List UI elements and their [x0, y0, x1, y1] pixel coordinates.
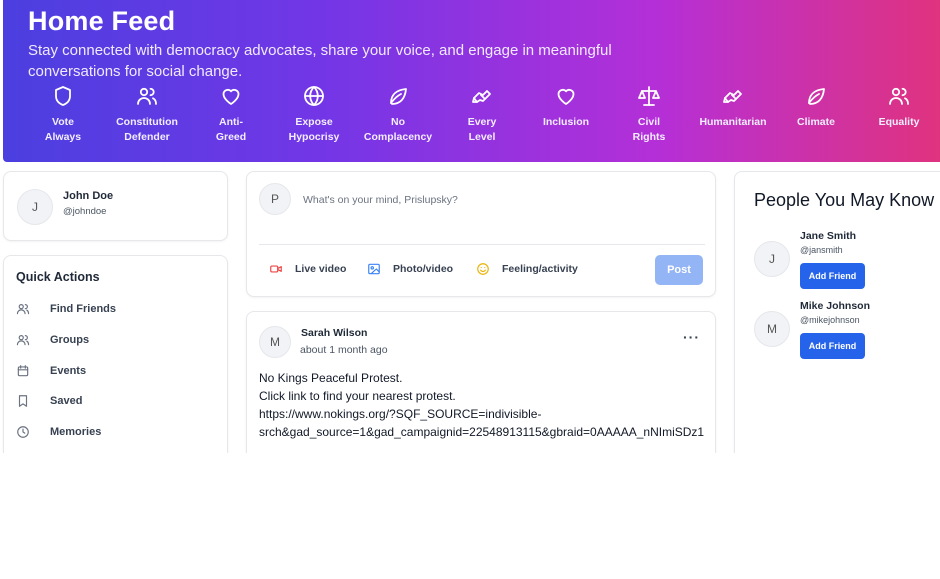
category-label: Civil Rights: [632, 116, 666, 143]
photo-video-label: Photo/video: [393, 263, 454, 275]
live-video-label: Live video: [295, 263, 347, 275]
quick-action-label: Events: [50, 365, 87, 377]
post-author[interactable]: Sarah Wilson: [301, 327, 367, 339]
handshake-icon: [723, 90, 742, 103]
divider: [259, 244, 705, 245]
users-icon: [16, 335, 30, 346]
add-friend-button[interactable]: Add Friend: [800, 263, 865, 289]
scale-icon: [638, 86, 660, 106]
live-video-button[interactable]: Live video: [269, 257, 346, 281]
category-label: Climate: [797, 116, 835, 128]
person-handle: @jansmith: [800, 245, 843, 255]
page-title: Home Feed: [28, 6, 176, 36]
quick-action-label: Groups: [50, 334, 90, 346]
category-every-level[interactable]: Every Level: [440, 84, 524, 145]
calendar-icon: [17, 365, 29, 377]
clock-icon: [17, 426, 29, 438]
image-icon: [368, 263, 380, 275]
category-label: Every Level: [467, 116, 497, 143]
feeling-activity-label: Feeling/activity: [502, 263, 578, 275]
video-icon: [270, 265, 282, 273]
users-icon: [889, 87, 909, 105]
shield-icon: [55, 86, 71, 106]
post-text-line: No Kings Peaceful Protest.: [259, 371, 403, 385]
hero-banner: Home Feed Stay connected with democracy …: [3, 0, 940, 162]
category-anti-greed[interactable]: Anti- Greed: [189, 84, 273, 145]
pymk-title: People You May Know: [754, 190, 935, 210]
avatar: J: [754, 241, 790, 277]
quick-action-label: Memories: [50, 426, 102, 438]
person-handle: @mikejohnson: [800, 315, 860, 325]
feed-post: M Sarah Wilson about 1 month ago ··· No …: [246, 311, 716, 471]
avatar: M: [754, 311, 790, 347]
page-subtitle: Stay connected with democracy advocates,…: [28, 42, 612, 80]
post-link[interactable]: https://www.nokings.org/?SQF_SOURCE=indi…: [259, 405, 719, 423]
post-button[interactable]: Post: [655, 255, 703, 285]
handshake-icon: [472, 90, 491, 103]
photo-video-button[interactable]: Photo/video: [367, 257, 453, 281]
avatar: P: [259, 183, 291, 215]
person-name[interactable]: Mike Johnson: [800, 300, 870, 312]
category-bar: Vote Always Constitution Defender Anti- …: [3, 84, 940, 154]
avatar: J: [17, 189, 53, 225]
post-composer: P Live video Photo/video Feeling/activit…: [246, 171, 716, 297]
add-friend-button[interactable]: Add Friend: [800, 333, 865, 359]
people-you-may-know-card: People You May Know J Jane Smith @jansmi…: [734, 171, 940, 471]
post-timestamp: about 1 month ago: [300, 344, 388, 356]
leaf-icon: [808, 88, 825, 105]
quick-actions-card: Quick Actions Find Friends Groups Events…: [3, 255, 228, 465]
feeling-activity-button[interactable]: Feeling/activity: [476, 257, 578, 281]
users-icon: [137, 87, 157, 105]
quick-action-find-friends[interactable]: Find Friends: [16, 298, 216, 320]
category-label: Constitution Defender: [116, 116, 178, 143]
avatar: M: [259, 326, 291, 358]
post-text-line: Click link to find your nearest protest.: [259, 389, 456, 403]
category-vote-always[interactable]: Vote Always: [21, 84, 105, 145]
category-humanitarian[interactable]: Humanitarian: [691, 84, 775, 130]
more-options-icon[interactable]: ···: [683, 330, 700, 344]
smile-icon: [477, 263, 489, 275]
quick-action-label: Find Friends: [50, 303, 116, 315]
person-name[interactable]: Jane Smith: [800, 230, 856, 242]
category-label: Equality: [878, 116, 920, 128]
category-label: Anti- Greed: [215, 116, 247, 143]
heart-icon: [222, 88, 240, 105]
category-equality[interactable]: Equality: [857, 84, 940, 130]
category-label: Vote Always: [44, 116, 82, 143]
profile-card[interactable]: J John Doe @johndoe: [3, 171, 228, 241]
category-label: No Complacency: [363, 116, 433, 143]
quick-action-saved[interactable]: Saved: [16, 390, 216, 412]
heart-icon: [557, 88, 575, 105]
profile-handle: @johndoe: [63, 206, 107, 217]
category-label: Humanitarian: [699, 116, 767, 128]
category-label: Inclusion: [542, 116, 590, 128]
quick-action-events[interactable]: Events: [16, 360, 216, 382]
category-inclusion[interactable]: Inclusion: [524, 84, 608, 130]
quick-action-memories[interactable]: Memories: [16, 421, 216, 443]
profile-name: John Doe: [63, 190, 114, 202]
quick-actions-title: Quick Actions: [16, 270, 100, 284]
post-body: No Kings Peaceful Protest. Click link to…: [259, 369, 719, 441]
bookmark-icon: [18, 395, 28, 407]
category-expose-hypocrisy[interactable]: Expose Hypocrisy: [272, 84, 356, 145]
category-no-complacency[interactable]: No Complacency: [356, 84, 440, 145]
globe-icon: [304, 86, 324, 106]
blank-area: [0, 453, 940, 579]
quick-action-label: Saved: [50, 395, 83, 407]
composer-input[interactable]: [303, 186, 703, 214]
category-constitution-defender[interactable]: Constitution Defender: [105, 84, 189, 145]
category-label: Expose Hypocrisy: [288, 116, 340, 143]
quick-action-groups[interactable]: Groups: [16, 329, 216, 351]
users-icon: [16, 304, 30, 315]
post-link[interactable]: srch&gad_source=1&gad_campaignid=2254891…: [259, 423, 719, 441]
leaf-icon: [390, 88, 407, 105]
category-civil-rights[interactable]: Civil Rights: [607, 84, 691, 145]
category-climate[interactable]: Climate: [774, 84, 858, 130]
